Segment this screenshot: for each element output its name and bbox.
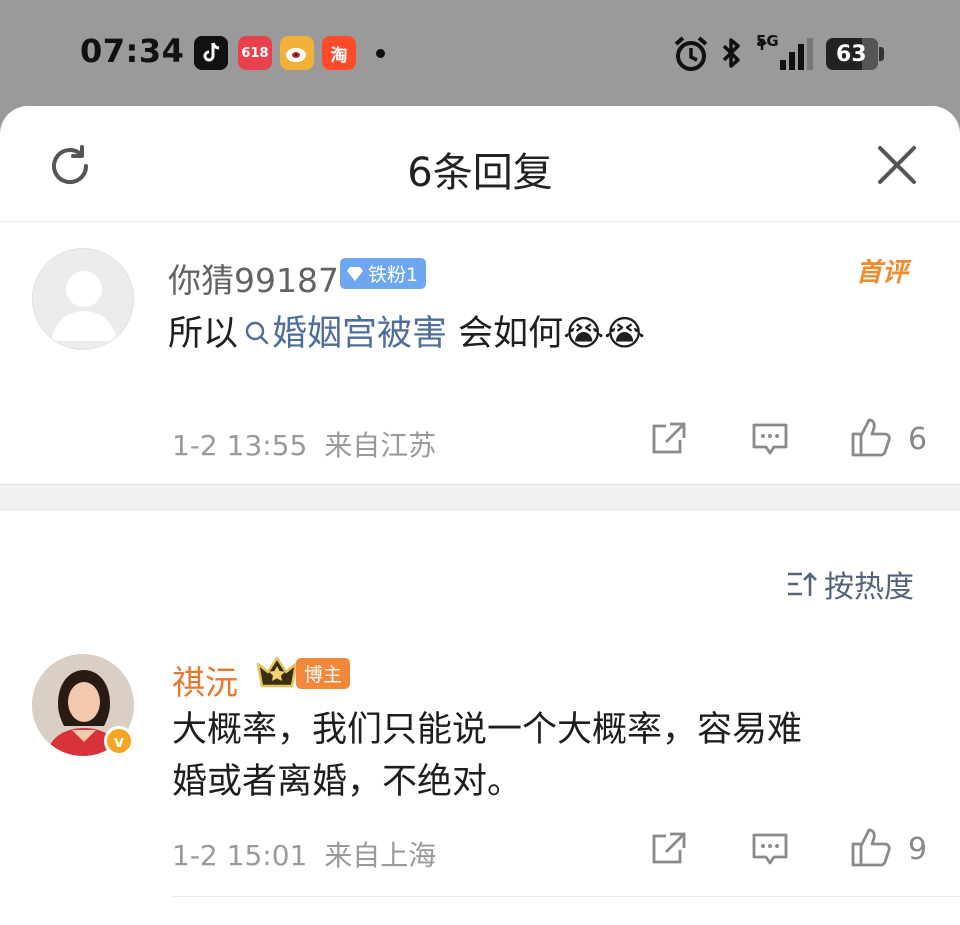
618-app-icon: 618 [238, 36, 272, 70]
crying-emoji: 😭😭 [563, 314, 645, 354]
diamond-icon [347, 266, 363, 281]
sort-toggle[interactable]: 按热度 [786, 562, 914, 606]
comment-icon[interactable] [750, 830, 790, 868]
taobao-icon: 淘 [322, 36, 356, 70]
notification-dot [376, 49, 385, 58]
avatar[interactable] [32, 248, 134, 350]
sort-label: 按热度 [824, 570, 914, 605]
signal-icon [757, 38, 813, 70]
comment-location: 来自江苏 [324, 429, 437, 462]
bluetooth-icon [722, 38, 740, 68]
blogger-badge: 博主 [296, 658, 351, 689]
comment-meta: 1-2 13:55 来自江苏 [172, 424, 436, 464]
replies-sheet: 6条回复 你猜99187 铁粉1 首评 所以 婚姻宫被害 会如何😭😭 1-2 13… [0, 106, 960, 925]
fan-badge[interactable]: 铁粉1 [340, 258, 427, 289]
status-time: 07:34 [80, 32, 185, 70]
like-icon[interactable] [850, 826, 894, 868]
like-icon[interactable] [850, 416, 894, 458]
search-icon [245, 321, 269, 345]
comment-text: 所以 婚姻宫被害 会如何😭😭 [168, 308, 645, 360]
crown-icon [256, 656, 298, 688]
first-comment-tag: 首评 [856, 258, 909, 288]
like-count: 6 [908, 422, 928, 457]
reply-username[interactable]: 祺沅 [172, 656, 238, 704]
comment-text-prefix: 所以 [168, 314, 239, 354]
reply-location: 来自上海 [324, 839, 437, 872]
comment-icon[interactable] [750, 420, 790, 458]
sheet-header: 6条回复 [0, 106, 960, 222]
status-bar: 07:34 618 淘 5G 63 [0, 0, 960, 106]
reply-time: 1-2 15:01 [172, 839, 308, 872]
weibo-icon [280, 36, 314, 70]
tiktok-icon [194, 36, 228, 70]
reply-text-line: 大概率，我们只能说一个大概率，容易难 [172, 710, 803, 750]
alarm-icon [674, 36, 708, 71]
comment-text-suffix: 会如何 [458, 314, 564, 354]
reply-text-line: 婚或者离婚，不绝对。 [172, 762, 523, 802]
reply-text: 大概率，我们只能说一个大概率，容易难 婚或者离婚，不绝对。 [172, 704, 802, 808]
comment-time: 1-2 13:55 [172, 429, 308, 462]
like-count: 9 [908, 832, 928, 867]
sheet-title: 6条回复 [407, 150, 553, 196]
hashtag-link[interactable]: 婚姻宫被害 [238, 314, 447, 354]
sort-icon [788, 572, 817, 596]
share-icon[interactable] [650, 830, 688, 868]
share-icon[interactable] [650, 420, 688, 458]
fan-badge-label: 铁粉1 [368, 264, 419, 286]
section-divider [0, 484, 960, 510]
battery-cap [879, 47, 884, 61]
close-icon[interactable] [874, 142, 920, 188]
reply-divider [172, 896, 960, 897]
verified-icon: v [104, 726, 134, 756]
hashtag-text: 婚姻宫被害 [272, 314, 448, 354]
reply-meta: 1-2 15:01 来自上海 [172, 834, 436, 874]
comment-username[interactable]: 你猜99187 [168, 254, 339, 302]
battery-indicator: 63 [826, 38, 878, 70]
